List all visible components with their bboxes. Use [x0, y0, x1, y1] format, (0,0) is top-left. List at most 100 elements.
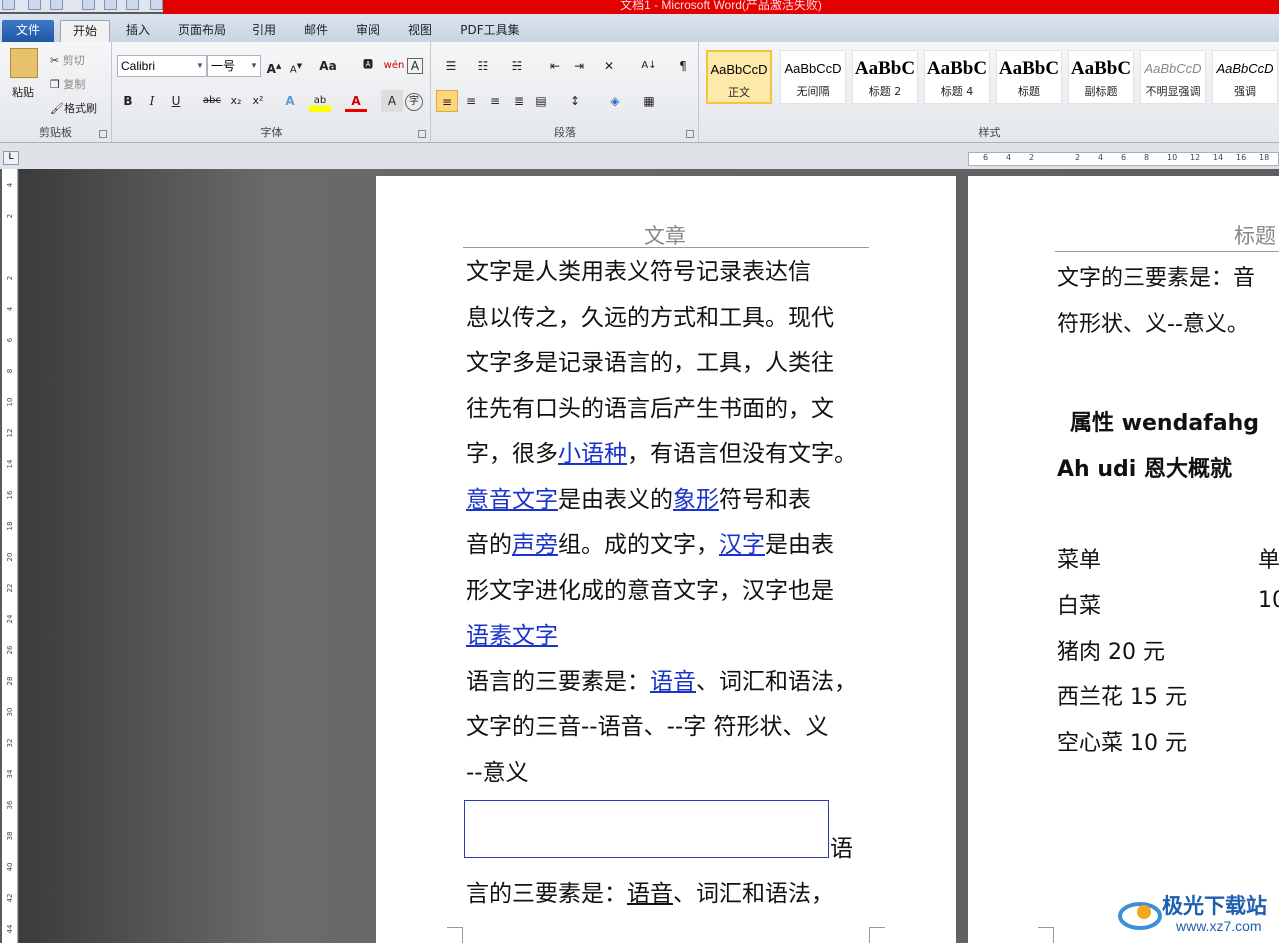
increase-indent-icon[interactable]: ⇥ [568, 55, 590, 77]
justify-icon[interactable]: ≣ [508, 90, 530, 112]
hyperlink[interactable]: 语素文字 [466, 623, 558, 649]
ruler-tick-label: 14 [1213, 153, 1224, 162]
font-name-value: Calibri [121, 59, 156, 73]
grow-font-icon[interactable]: A▲ [263, 55, 285, 77]
shrink-font-icon[interactable]: A▼ [285, 55, 307, 77]
redo-icon[interactable] [82, 0, 95, 10]
undo-icon[interactable] [50, 0, 63, 10]
phonetic-guide-icon[interactable]: wén [383, 55, 405, 77]
hyperlink[interactable]: 语音 [650, 669, 696, 695]
quick-print-icon[interactable] [126, 0, 139, 10]
hyperlink[interactable]: 声旁 [512, 532, 558, 558]
multilevel-list-icon[interactable]: ☵ [506, 55, 528, 77]
character-border-icon[interactable]: A [407, 58, 423, 74]
tab-pdf-tools[interactable]: PDF工具集 [452, 20, 528, 42]
borders-icon[interactable]: ▦ [638, 90, 660, 112]
vertical-ruler[interactable]: 4 2 2 4 6 8 10 12 14 16 18 20 22 24 26 28 30 32 34 36 38 40 42… [2, 169, 18, 943]
format-painter-button[interactable]: 🖌格式刷 [50, 100, 97, 116]
enclose-characters-icon[interactable]: 字 [405, 93, 423, 111]
hyperlink[interactable]: 象形 [673, 487, 719, 513]
customize-quick-access-icon[interactable] [150, 0, 163, 10]
font-group-label: 字体 [260, 126, 283, 139]
superscript-icon[interactable]: x² [247, 90, 269, 112]
strikethrough-icon[interactable]: abc [201, 90, 223, 112]
cut-button[interactable]: ✂ 剪切 [50, 52, 85, 68]
horizontal-ruler[interactable]: 6 4 2 2 4 6 8 10 12 14 16 18 [968, 152, 1279, 166]
italic-icon[interactable]: I [141, 90, 163, 112]
chevron-down-icon: ▼ [196, 61, 204, 70]
tab-references[interactable]: 引用 [244, 20, 284, 42]
style-subtitle[interactable]: AaBbC 副标题 [1068, 50, 1134, 104]
clipboard-launcher-icon[interactable] [99, 130, 107, 138]
text-run: 符号和表 [719, 486, 811, 513]
tab-insert[interactable]: 插入 [118, 20, 158, 42]
hyperlink[interactable]: 汉字 [719, 532, 765, 558]
bullets-icon[interactable]: ☰ [440, 55, 462, 77]
ruler-tick-label: 8 [6, 368, 14, 374]
line-spacing-icon[interactable]: ↕ [564, 90, 586, 112]
style-heading-2[interactable]: AaBbC 标题 2 [852, 50, 918, 104]
shading-icon[interactable]: ◈ [604, 90, 626, 112]
chinese-layout-icon[interactable]: ✕ [598, 55, 620, 77]
tab-page-layout[interactable]: 页面布局 [170, 20, 234, 42]
tab-mailings[interactable]: 邮件 [296, 20, 336, 42]
text-box[interactable] [464, 800, 829, 858]
decrease-indent-icon[interactable]: ⇤ [544, 55, 566, 77]
copy-button[interactable]: ❐ 复制 [50, 76, 85, 92]
tab-view[interactable]: 视图 [400, 20, 440, 42]
hyperlink[interactable]: 小语种 [558, 441, 627, 467]
ruler-tick-label: 8 [1144, 153, 1150, 162]
style-emphasis[interactable]: AaBbCcD 强调 [1212, 50, 1278, 104]
underline-icon[interactable]: U [165, 90, 187, 112]
print-preview-icon[interactable] [104, 0, 117, 10]
numbering-icon[interactable]: ☷ [472, 55, 494, 77]
align-center-icon[interactable]: ≡ [460, 90, 482, 112]
save-icon[interactable] [28, 0, 41, 10]
ruler-tick-label: 2 [1075, 153, 1081, 162]
font-size-select[interactable]: 一号 ▼ [207, 55, 261, 77]
font-name-select[interactable]: Calibri ▼ [117, 55, 207, 77]
tab-selector-icon[interactable]: L [3, 151, 19, 165]
text-line: 语言的三要素是：语音、词汇和语法， [466, 660, 857, 706]
font-launcher-icon[interactable] [418, 130, 426, 138]
sort-icon[interactable]: A↓ [638, 55, 660, 77]
character-shading-icon[interactable]: A [381, 90, 403, 112]
subscript-icon[interactable]: x₂ [225, 90, 247, 112]
tab-review[interactable]: 审阅 [348, 20, 388, 42]
paste-button[interactable]: 粘贴 [12, 84, 34, 100]
ruler-tick-label: 12 [6, 428, 14, 438]
ruler-tick-label: 2 [1029, 153, 1035, 162]
highlight-icon[interactable]: ab [309, 90, 331, 112]
style-no-spacing[interactable]: AaBbCcD 无间隔 [780, 50, 846, 104]
align-right-icon[interactable]: ≡ [484, 90, 506, 112]
style-heading-4[interactable]: AaBbC 标题 4 [924, 50, 990, 104]
tab-home[interactable]: 开始 [60, 20, 110, 42]
change-case-icon[interactable]: Aa [317, 55, 339, 77]
font-color-icon[interactable]: A [345, 90, 367, 112]
bold-icon[interactable]: B [117, 90, 139, 112]
clear-formatting-icon[interactable]: 🅰 [357, 55, 379, 77]
page-1-paragraph[interactable]: 文字是人类用表义符号记录表达信 息以传之，久远的方式和工具。现代 文字多是记录语… [466, 250, 857, 796]
style-normal[interactable]: AaBbCcD 正文 [706, 50, 772, 104]
style-subtle-emphasis[interactable]: AaBbCcD 不明显强调 [1140, 50, 1206, 104]
paragraph-launcher-icon[interactable] [686, 130, 694, 138]
ruler-tick-label: 30 [6, 707, 14, 717]
distributed-icon[interactable]: ▤ [530, 90, 552, 112]
text-line: 文字的三音--语音、--字 符形状、义 [466, 714, 829, 740]
clipboard-group-label: 剪贴板 [39, 126, 72, 139]
text-line: 音的声旁组。成的文字，汉字是由表 [466, 523, 857, 569]
ruler-tick-label: 16 [1236, 153, 1247, 162]
text-run: 言的三要素是： [466, 881, 627, 907]
show-marks-icon[interactable]: ¶ [672, 55, 694, 77]
align-left-icon[interactable]: ≡ [436, 90, 458, 112]
margin-corner-mark [869, 927, 885, 943]
style-title[interactable]: AaBbC 标题 [996, 50, 1062, 104]
hyperlink[interactable]: 意音文字 [466, 487, 558, 513]
page-1-header: 文章 [644, 224, 686, 248]
paste-icon[interactable] [10, 48, 38, 78]
tab-file[interactable]: 文件 [2, 20, 54, 42]
text-run: ，有语言但没有文字。 [627, 441, 857, 467]
style-sample: AaBbCcD [1216, 61, 1274, 76]
text-run: 是由表义的 [558, 486, 673, 513]
text-effects-icon[interactable]: A [279, 90, 301, 112]
